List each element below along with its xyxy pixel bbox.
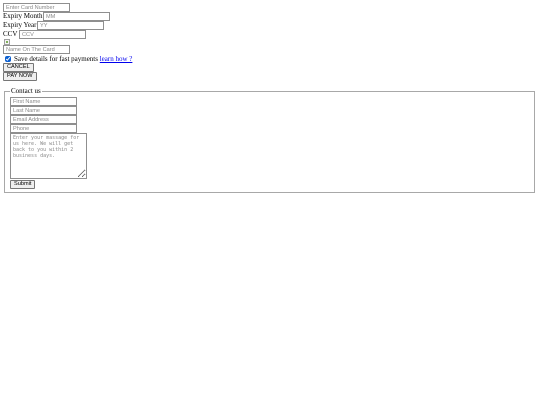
- ccv-label: CCV: [3, 30, 18, 38]
- last-name-input[interactable]: [10, 106, 77, 115]
- submit-button[interactable]: Submit: [10, 180, 36, 189]
- expiry-year-input[interactable]: [37, 21, 104, 30]
- save-details-checkbox[interactable]: [5, 55, 11, 62]
- learn-how-link[interactable]: learn how ?: [100, 55, 133, 63]
- first-name-input[interactable]: [10, 97, 77, 106]
- expiry-year-label: Expiry Year: [3, 21, 37, 29]
- name-on-card-input[interactable]: [3, 45, 70, 54]
- card-number-input[interactable]: [3, 3, 70, 12]
- ccv-input[interactable]: [19, 30, 86, 39]
- save-details-label: Save details for fast payments: [14, 54, 98, 63]
- expiry-month-label: Expiry Month: [3, 12, 43, 20]
- cancel-button[interactable]: CANCEL: [3, 63, 34, 72]
- contact-legend: Contact us: [10, 87, 42, 95]
- pay-now-button[interactable]: PAY NOW: [3, 72, 37, 81]
- email-input[interactable]: [10, 115, 77, 124]
- phone-input[interactable]: [10, 124, 77, 133]
- message-textarea[interactable]: [10, 133, 87, 179]
- expiry-month-input[interactable]: [43, 12, 110, 21]
